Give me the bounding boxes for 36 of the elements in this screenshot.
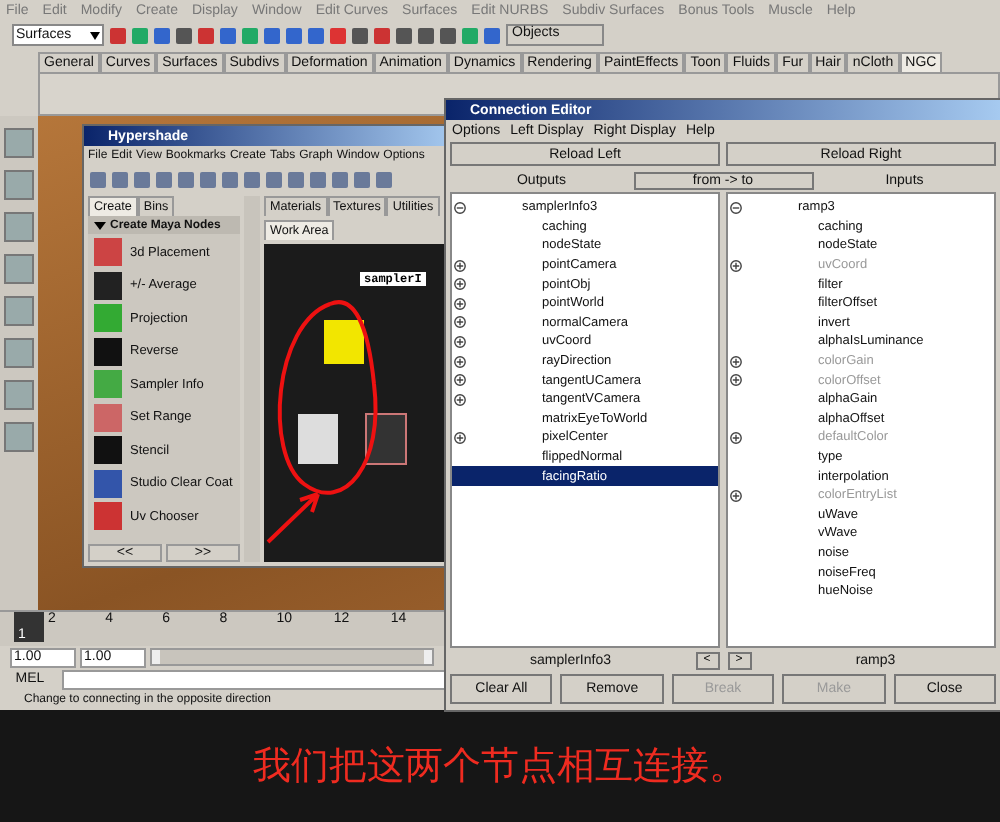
collapse-arrow-icon[interactable] <box>94 219 106 231</box>
node-icon <box>94 337 122 366</box>
node-icon <box>94 436 122 465</box>
tool-icon[interactable] <box>4 380 34 410</box>
collapse-icon[interactable] <box>454 201 466 214</box>
expand-icon[interactable] <box>454 297 466 310</box>
ramp-node[interactable] <box>298 414 338 464</box>
tool-icon[interactable] <box>4 254 34 284</box>
node-icon <box>94 502 122 531</box>
expand-icon[interactable] <box>454 335 466 348</box>
expand-icon[interactable] <box>454 393 466 406</box>
node-swatch[interactable] <box>324 320 364 364</box>
expand-icon[interactable] <box>454 278 466 291</box>
node-icon <box>94 403 122 432</box>
tool-icon[interactable] <box>4 422 34 452</box>
node-icon <box>94 370 122 399</box>
node-icon <box>94 271 122 300</box>
command-field[interactable] <box>62 669 446 689</box>
tool-icon[interactable] <box>4 338 34 368</box>
caption: 我们把这两个节点相互连接。 <box>0 710 1000 822</box>
ramp-node[interactable] <box>365 413 407 465</box>
tool-icon[interactable] <box>4 296 34 326</box>
tool-icon[interactable] <box>4 212 34 242</box>
expand-icon[interactable] <box>454 355 466 368</box>
node-icon <box>94 238 122 267</box>
collapse-icon[interactable] <box>730 201 742 214</box>
expand-icon[interactable] <box>454 316 466 329</box>
expand-icon[interactable] <box>454 431 466 444</box>
node-icon <box>94 304 122 333</box>
caret-icon <box>90 31 100 39</box>
tool-icon[interactable] <box>4 128 34 158</box>
annotation-arrow <box>266 492 320 544</box>
node-icon <box>94 469 122 498</box>
tool-icon[interactable] <box>4 170 34 200</box>
expand-icon[interactable] <box>454 259 466 272</box>
expand-icon[interactable] <box>454 374 466 387</box>
